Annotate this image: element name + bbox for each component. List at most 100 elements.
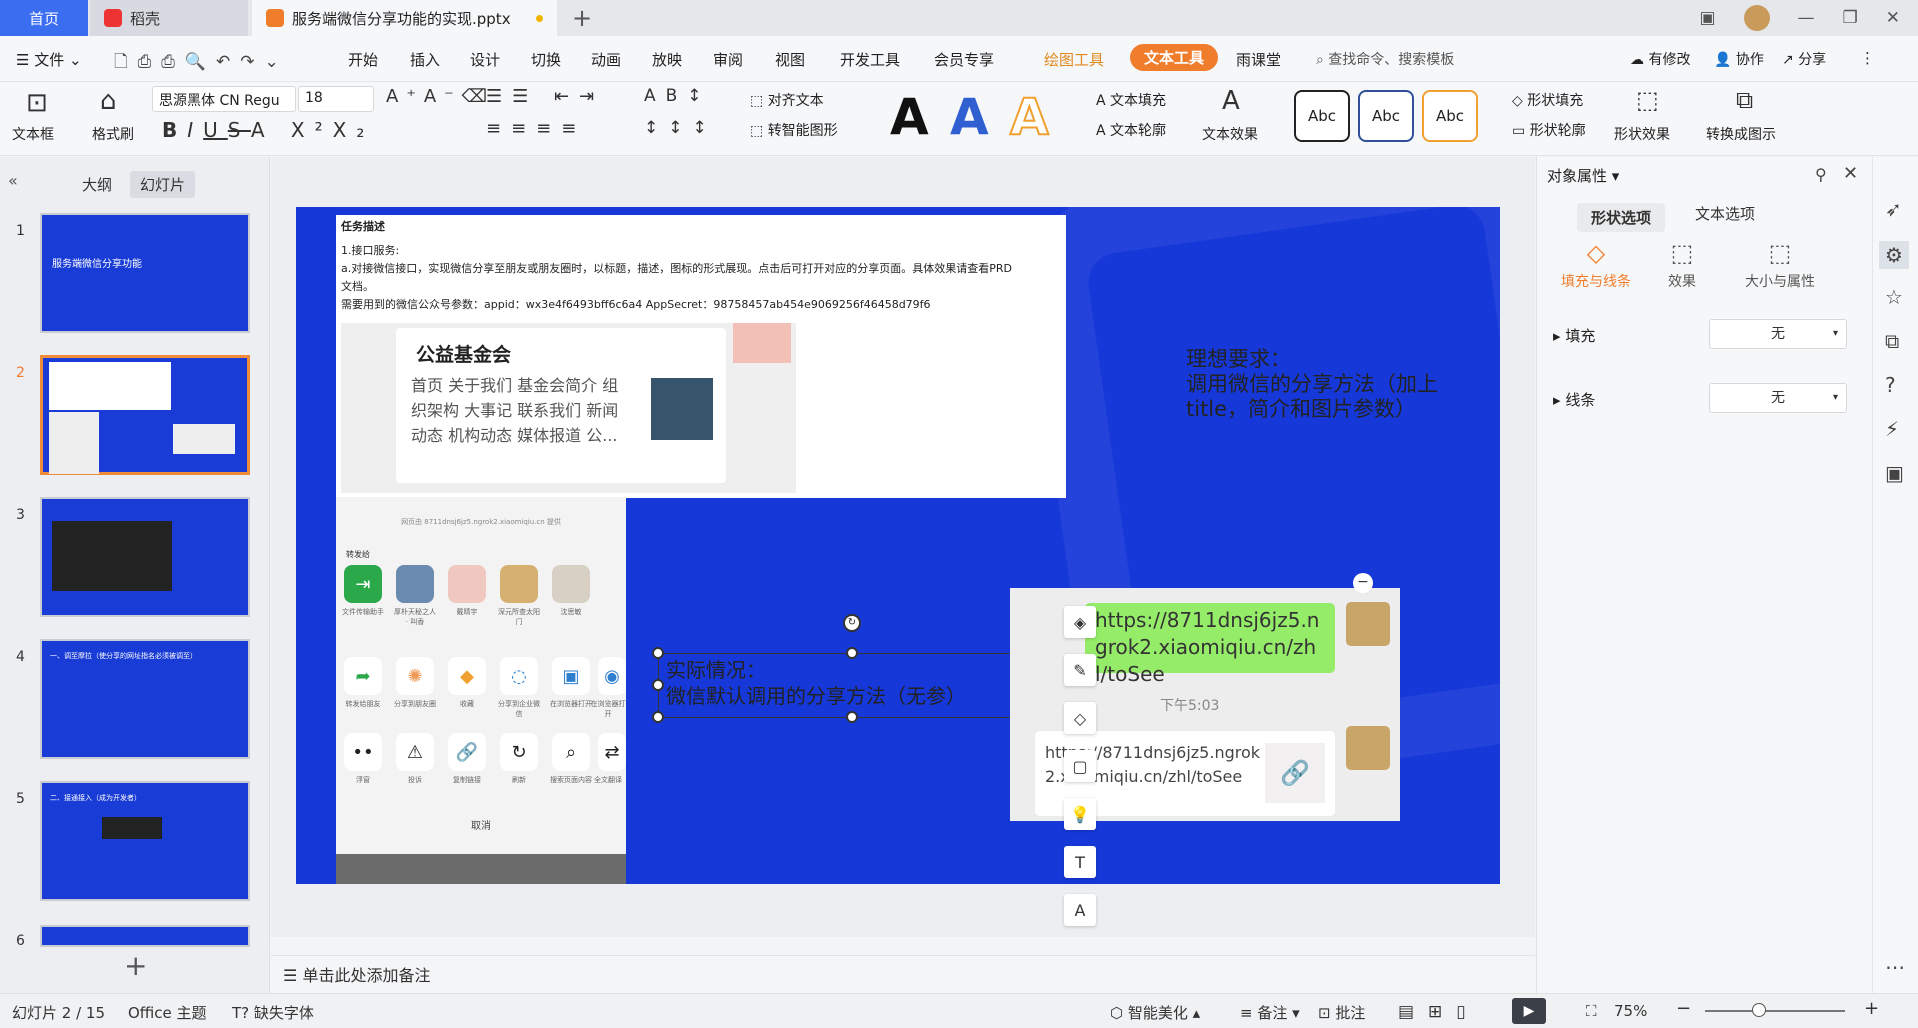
- font-size-adjust-icons[interactable]: A⁺A⁻⌫: [386, 86, 495, 107]
- tab-home[interactable]: 首页: [0, 0, 88, 36]
- properties-icon[interactable]: ⚙: [1879, 241, 1909, 269]
- line-spacing-icons[interactable]: ↕↕↕: [644, 118, 717, 138]
- outline-icon[interactable]: ▢: [1064, 750, 1096, 782]
- menu-review[interactable]: 审阅: [713, 49, 743, 70]
- tab-shape-options[interactable]: 形状选项: [1577, 203, 1666, 232]
- shape-fill-button[interactable]: ◇ 形状填充: [1512, 90, 1583, 110]
- text-direction-icons[interactable]: AB↕: [644, 86, 712, 106]
- sub-fill-line[interactable]: ◇ 填充与线条: [1551, 239, 1641, 291]
- menu-draw-tool[interactable]: 绘图工具: [1044, 49, 1104, 70]
- theme-name[interactable]: Office 主题: [128, 1002, 207, 1023]
- menu-transition[interactable]: 切换: [531, 49, 561, 70]
- zoom-knob[interactable]: [1752, 1003, 1766, 1017]
- zoom-out-icon[interactable]: −: [1676, 998, 1691, 1019]
- slide-thumb-1[interactable]: 服务端微信分享功能: [40, 213, 250, 333]
- text-effect-icon[interactable]: A: [1222, 86, 1240, 116]
- smart-shape-button[interactable]: ⬚ 转智能图形: [750, 120, 838, 140]
- sub-size-property[interactable]: ⬚ 大小与属性: [1725, 239, 1835, 291]
- zoom-in-icon[interactable]: +: [1864, 998, 1879, 1019]
- fit-window-icon[interactable]: ⛶: [1586, 1002, 1597, 1020]
- menu-developer[interactable]: 开发工具: [840, 49, 900, 70]
- help-icon[interactable]: ?: [1885, 373, 1896, 397]
- modified-button[interactable]: ☁ 有修改: [1630, 49, 1690, 69]
- line-select[interactable]: 无 ▾: [1709, 383, 1847, 413]
- comment-toggle[interactable]: ⊡ 批注: [1318, 1002, 1365, 1023]
- tab-daoke[interactable]: 稻壳: [90, 0, 248, 36]
- text-style-blue[interactable]: A: [950, 88, 989, 146]
- shape-style-2[interactable]: Abc: [1358, 90, 1414, 142]
- close-icon[interactable]: ✕: [1886, 8, 1900, 28]
- font-style-icons[interactable]: BIUSA X²X₂: [162, 118, 374, 142]
- pen-icon[interactable]: ✎: [1064, 654, 1096, 686]
- more-icon[interactable]: ⋯: [1885, 955, 1905, 979]
- minimize-icon[interactable]: —: [1798, 8, 1815, 28]
- text-style-orange-outline[interactable]: A: [1009, 87, 1050, 147]
- menu-animation[interactable]: 动画: [591, 49, 621, 70]
- fill-row[interactable]: ▸ 填充: [1553, 325, 1595, 346]
- resize-handle[interactable]: [846, 647, 858, 659]
- slide-canvas[interactable]: 任务描述 1.接口服务: a.对接微信接口，实现微信分享至朋友或朋友圈时，以标题…: [296, 207, 1500, 884]
- share-button[interactable]: ↗ 分享: [1782, 49, 1826, 69]
- textbox-button[interactable]: 文本框: [12, 124, 54, 144]
- align-text-button[interactable]: ⬚ 对齐文本: [750, 90, 824, 110]
- menu-start[interactable]: 开始: [348, 49, 378, 70]
- menu-member[interactable]: 会员专享: [934, 49, 994, 70]
- menu-design[interactable]: 设计: [470, 49, 500, 70]
- view-mode-icons[interactable]: ▤⊞▯: [1398, 1002, 1480, 1022]
- menu-slideshow[interactable]: 放映: [652, 49, 682, 70]
- shape-style-3[interactable]: Abc: [1422, 90, 1478, 142]
- convert-chart-icon[interactable]: ⧉: [1736, 86, 1753, 114]
- pin-icon[interactable]: ⚲: [1815, 165, 1827, 184]
- command-search[interactable]: ⌕ 查找命令、搜索模板: [1316, 49, 1454, 69]
- idea-icon[interactable]: 💡: [1064, 798, 1096, 830]
- layers-icon[interactable]: ◈: [1064, 606, 1096, 638]
- image-tool-icon[interactable]: ▣: [1885, 461, 1904, 485]
- text-effect-button[interactable]: 文本效果: [1202, 124, 1258, 144]
- selection-box[interactable]: ↻: [652, 614, 1052, 723]
- font-size-select[interactable]: 18: [298, 86, 374, 112]
- resize-handle[interactable]: [652, 711, 664, 723]
- close-icon[interactable]: ✕: [1843, 163, 1858, 184]
- paragraph-align-icons[interactable]: ≡≡≡≡: [486, 118, 586, 139]
- notes-toggle[interactable]: ≡ 备注 ▾: [1240, 1002, 1300, 1023]
- menu-insert[interactable]: 插入: [410, 49, 440, 70]
- shape-outline-button[interactable]: ▭ 形状轮廓: [1512, 120, 1586, 140]
- text-convert-icon[interactable]: T: [1064, 846, 1096, 878]
- convert-chart-button[interactable]: 转换成图示: [1706, 124, 1776, 144]
- add-slide-button[interactable]: +: [124, 949, 147, 982]
- slide-thumb-3[interactable]: [40, 497, 250, 617]
- font-family-select[interactable]: 思源黑体 CN Regu: [152, 86, 296, 112]
- missing-font-button[interactable]: T? 缺失字体: [232, 1002, 314, 1023]
- new-tab-button[interactable]: +: [572, 4, 592, 32]
- fill-icon[interactable]: ◇: [1064, 702, 1096, 734]
- file-menu[interactable]: ☰ 文件 ⌄: [16, 49, 82, 70]
- tab-text-options[interactable]: 文本选项: [1695, 203, 1755, 224]
- task-description-image[interactable]: 任务描述 1.接口服务: a.对接微信接口，实现微信分享至朋友或朋友圈时，以标题…: [336, 215, 1066, 498]
- collab-button[interactable]: 👤 协作: [1714, 49, 1764, 69]
- star-icon[interactable]: ☆: [1885, 285, 1903, 309]
- rocket-icon[interactable]: ➶: [1885, 197, 1902, 221]
- slide-thumb-4[interactable]: 一、调至摩拉（使分享的网址指名必须被调至）: [40, 639, 250, 759]
- slide-thumb-6[interactable]: [40, 925, 250, 947]
- shape-effect-icon[interactable]: ⬚: [1636, 86, 1659, 114]
- tab-outline[interactable]: 大纲: [72, 171, 122, 198]
- menu-view[interactable]: 视图: [775, 49, 805, 70]
- format-painter-icon[interactable]: ⌂: [100, 86, 117, 116]
- slide-thumb-5[interactable]: 二、接通接入（成为开发者）: [40, 781, 250, 901]
- text-fill-button[interactable]: A 文本填充: [1096, 90, 1166, 110]
- tab-slides[interactable]: 幻灯片: [130, 171, 196, 198]
- menu-text-tool[interactable]: 文本工具: [1130, 44, 1219, 71]
- zoom-level[interactable]: 75%: [1614, 1002, 1647, 1020]
- avatar[interactable]: [1743, 5, 1770, 31]
- resize-handle[interactable]: [652, 679, 664, 691]
- collapse-toolbar-icon[interactable]: −: [1353, 573, 1373, 593]
- resize-handle[interactable]: [652, 647, 664, 659]
- shape-effect-button[interactable]: 形状效果: [1614, 124, 1670, 144]
- line-row[interactable]: ▸ 线条: [1553, 389, 1595, 410]
- maximize-icon[interactable]: ❐: [1843, 8, 1858, 28]
- more-icon[interactable]: ⋮: [1860, 49, 1875, 67]
- shape-style-1[interactable]: Abc: [1294, 90, 1350, 142]
- phone-share-sheet-image[interactable]: 网页由 8711dnsj6jz5.ngrok2.xiaomiqiu.cn 提供 …: [336, 497, 626, 884]
- notes-bar[interactable]: ☰ 单击此处添加备注: [271, 955, 1535, 992]
- tab-document[interactable]: 服务端微信分享功能的实现.pptx: [252, 0, 557, 36]
